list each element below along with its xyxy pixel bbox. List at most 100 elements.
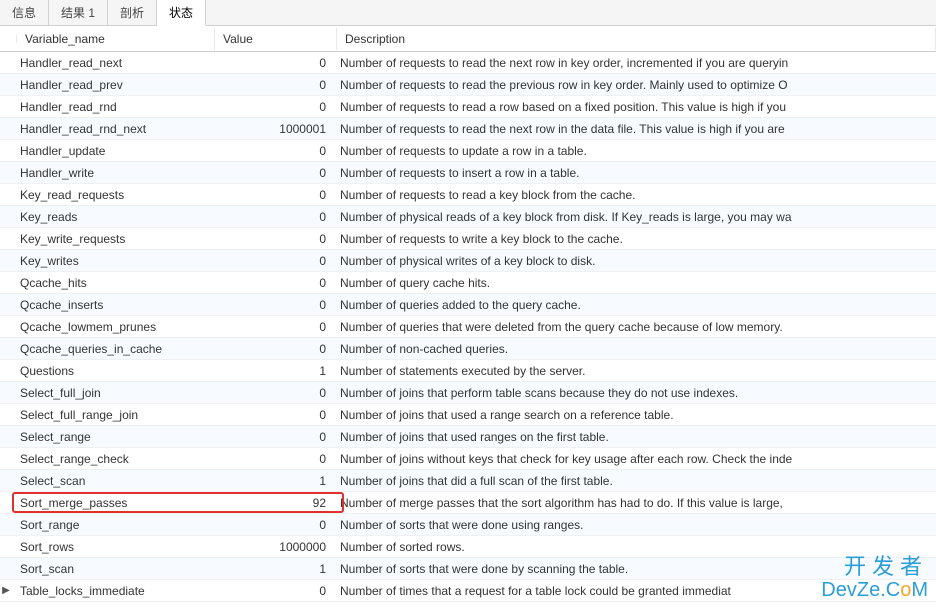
- cell-variable-name: Select_range: [12, 428, 210, 446]
- table-row[interactable]: Qcache_queries_in_cache0Number of non-ca…: [0, 338, 936, 360]
- cell-variable-name: Handler_read_next: [12, 54, 210, 72]
- cell-variable-name: Handler_read_prev: [12, 76, 210, 94]
- cell-description: Number of requests to read the next row …: [332, 54, 936, 72]
- cell-value: 0: [210, 406, 332, 424]
- cell-description: Number of requests to read a row based o…: [332, 98, 936, 116]
- cell-value: 0: [210, 54, 332, 72]
- cell-value: 0: [210, 230, 332, 248]
- cell-description: Number of queries that were deleted from…: [332, 318, 936, 336]
- cell-value: 0: [210, 318, 332, 336]
- cell-variable-name: Qcache_queries_in_cache: [12, 340, 210, 358]
- cell-value: 0: [210, 428, 332, 446]
- cell-variable-name: Select_full_join: [12, 384, 210, 402]
- table-row[interactable]: Handler_write0Number of requests to inse…: [0, 162, 936, 184]
- cell-value: 0: [210, 208, 332, 226]
- cell-value: 0: [210, 340, 332, 358]
- table-row[interactable]: ▶Table_locks_immediate0Number of times t…: [0, 580, 936, 602]
- column-variable-name[interactable]: Variable_name: [17, 28, 215, 50]
- column-value[interactable]: Value: [215, 28, 337, 50]
- table-row[interactable]: Key_reads0Number of physical reads of a …: [0, 206, 936, 228]
- cell-variable-name: Handler_update: [12, 142, 210, 160]
- cell-value: 0: [210, 450, 332, 468]
- cell-variable-name: Select_range_check: [12, 450, 210, 468]
- cell-value: 1: [210, 560, 332, 578]
- cell-description: Number of queries added to the query cac…: [332, 296, 936, 314]
- table-row[interactable]: Handler_read_prev0Number of requests to …: [0, 74, 936, 96]
- cell-value: 1000000: [210, 538, 332, 556]
- cell-variable-name: Handler_read_rnd_next: [12, 120, 210, 138]
- cell-value: 1: [210, 472, 332, 490]
- table-row[interactable]: Sort_range0Number of sorts that were don…: [0, 514, 936, 536]
- cell-value: 0: [210, 516, 332, 534]
- cell-variable-name: Key_read_requests: [12, 186, 210, 204]
- cell-variable-name: Qcache_inserts: [12, 296, 210, 314]
- cell-value: 0: [210, 98, 332, 116]
- cell-description: Number of joins that did a full scan of …: [332, 472, 936, 490]
- cell-variable-name: Key_write_requests: [12, 230, 210, 248]
- table-row[interactable]: Qcache_hits0Number of query cache hits.: [0, 272, 936, 294]
- table-row[interactable]: Select_full_join0Number of joins that pe…: [0, 382, 936, 404]
- cell-value: 92: [210, 494, 332, 512]
- tab-3[interactable]: 状态: [157, 0, 206, 26]
- cell-variable-name: Sort_rows: [12, 538, 210, 556]
- cell-value: 0: [210, 296, 332, 314]
- table-row[interactable]: Sort_rows1000000Number of sorted rows.: [0, 536, 936, 558]
- table-row[interactable]: Key_writes0Number of physical writes of …: [0, 250, 936, 272]
- cell-variable-name: Sort_range: [12, 516, 210, 534]
- table-row[interactable]: Questions1Number of statements executed …: [0, 360, 936, 382]
- cell-variable-name: Sort_scan: [12, 560, 210, 578]
- cell-description: Number of physical writes of a key block…: [332, 252, 936, 270]
- cell-description: Number of merge passes that the sort alg…: [332, 494, 936, 512]
- cell-description: Number of requests to read the next row …: [332, 120, 936, 138]
- cell-variable-name: Sort_merge_passes: [12, 494, 210, 512]
- cell-description: Number of joins that used a range search…: [332, 406, 936, 424]
- cell-description: Number of times that a request for a tab…: [332, 582, 936, 600]
- table-row[interactable]: Key_read_requests0Number of requests to …: [0, 184, 936, 206]
- cell-variable-name: Qcache_hits: [12, 274, 210, 292]
- row-indicator: ▶: [0, 585, 12, 596]
- column-description[interactable]: Description: [337, 28, 936, 50]
- table-row[interactable]: Sort_merge_passes92Number of merge passe…: [0, 492, 936, 514]
- cell-description: Number of physical reads of a key block …: [332, 208, 936, 226]
- cell-value: 0: [210, 582, 332, 600]
- cell-description: Number of sorts that were done using ran…: [332, 516, 936, 534]
- status-table: Variable_name Value Description Handler_…: [0, 26, 936, 607]
- cell-variable-name: Questions: [12, 362, 210, 380]
- table-row[interactable]: Handler_read_next0Number of requests to …: [0, 52, 936, 74]
- table-row[interactable]: Handler_update0Number of requests to upd…: [0, 140, 936, 162]
- cell-description: Number of query cache hits.: [332, 274, 936, 292]
- cell-value: 0: [210, 274, 332, 292]
- table-row[interactable]: Select_full_range_join0Number of joins t…: [0, 404, 936, 426]
- tab-bar: 信息结果 1剖析状态: [0, 0, 936, 26]
- table-row[interactable]: Select_range_check0Number of joins witho…: [0, 448, 936, 470]
- cell-description: Number of requests to read the previous …: [332, 76, 936, 94]
- cell-description: Number of non-cached queries.: [332, 340, 936, 358]
- table-row[interactable]: Qcache_inserts0Number of queries added t…: [0, 294, 936, 316]
- cell-description: Number of joins that used ranges on the …: [332, 428, 936, 446]
- cell-variable-name: Handler_read_rnd: [12, 98, 210, 116]
- cell-variable-name: Key_writes: [12, 252, 210, 270]
- cell-variable-name: Select_full_range_join: [12, 406, 210, 424]
- tab-1[interactable]: 结果 1: [49, 0, 108, 25]
- table-row[interactable]: Select_range0Number of joins that used r…: [0, 426, 936, 448]
- cell-description: Number of requests to insert a row in a …: [332, 164, 936, 182]
- cell-description: Number of sorted rows.: [332, 538, 936, 556]
- cell-variable-name: Qcache_lowmem_prunes: [12, 318, 210, 336]
- cell-variable-name: Handler_write: [12, 164, 210, 182]
- cell-description: Number of joins that perform table scans…: [332, 384, 936, 402]
- cell-description: Number of statements executed by the ser…: [332, 362, 936, 380]
- cell-value: 0: [210, 142, 332, 160]
- cell-variable-name: Table_locks_immediate: [12, 582, 210, 600]
- table-row[interactable]: Key_write_requests0Number of requests to…: [0, 228, 936, 250]
- table-row[interactable]: Sort_scan1Number of sorts that were done…: [0, 558, 936, 580]
- cell-value: 1: [210, 362, 332, 380]
- tab-0[interactable]: 信息: [0, 0, 49, 25]
- table-header: Variable_name Value Description: [0, 26, 936, 52]
- table-row[interactable]: Select_scan1Number of joins that did a f…: [0, 470, 936, 492]
- table-row[interactable]: Handler_read_rnd0Number of requests to r…: [0, 96, 936, 118]
- tab-2[interactable]: 剖析: [108, 0, 157, 25]
- table-row[interactable]: Handler_read_rnd_next1000001Number of re…: [0, 118, 936, 140]
- cell-description: Number of joins without keys that check …: [332, 450, 936, 468]
- table-body: Handler_read_next0Number of requests to …: [0, 52, 936, 602]
- table-row[interactable]: Qcache_lowmem_prunes0Number of queries t…: [0, 316, 936, 338]
